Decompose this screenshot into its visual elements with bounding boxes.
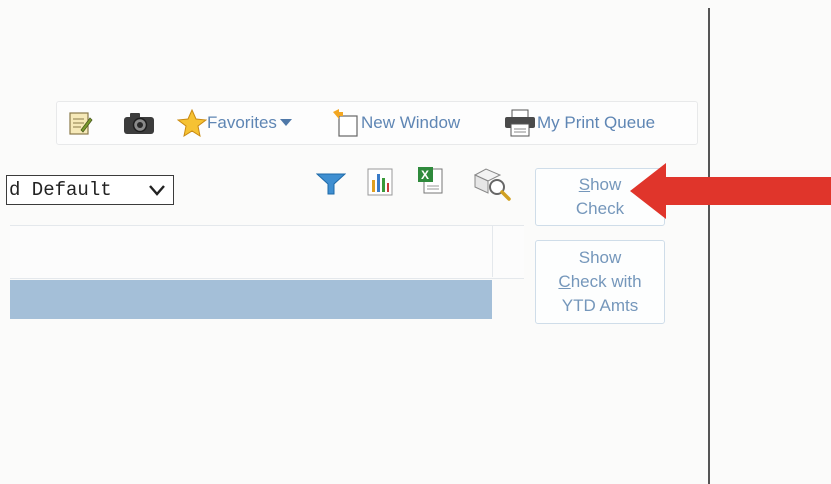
- notepad-icon[interactable]: [69, 102, 93, 144]
- favorites-menu[interactable]: Favorites: [177, 102, 293, 144]
- find-icon[interactable]: [472, 167, 512, 206]
- new-window-label: New Window: [361, 113, 461, 132]
- page-toolbar: Favorites New Window My Print Queue: [56, 101, 698, 145]
- page-divider: [708, 8, 710, 484]
- show-check-ytd-mnemonic: C: [558, 272, 571, 291]
- svg-text:X: X: [421, 168, 429, 182]
- star-icon: [177, 109, 207, 137]
- view-select-value: d Default: [9, 179, 112, 201]
- new-window-link[interactable]: New Window: [331, 102, 460, 144]
- show-check-ytd-button[interactable]: Show Check with YTD Amts: [535, 240, 665, 324]
- red-arrow-annotation: [628, 161, 831, 226]
- excel-icon[interactable]: X: [417, 166, 445, 201]
- printer-icon: [505, 109, 535, 137]
- my-print-queue-label: My Print Queue: [537, 113, 656, 132]
- new-window-icon: [333, 109, 358, 137]
- camera-icon[interactable]: [123, 102, 155, 144]
- chart-icon[interactable]: [367, 168, 393, 201]
- my-print-queue-link[interactable]: My Print Queue: [503, 102, 655, 144]
- chevron-down-icon: [149, 185, 165, 196]
- grid-highlight-row[interactable]: [10, 280, 492, 319]
- show-check-label-rest: how: [590, 175, 622, 194]
- favorites-label: Favorites: [207, 113, 277, 132]
- show-check-ytd-label-line3: YTD Amts: [561, 296, 639, 315]
- show-check-ytd-label-rest: heck with: [570, 272, 642, 291]
- grid-header-row: [10, 225, 524, 279]
- show-check-ytd-label-line1: Show: [578, 248, 622, 267]
- show-check-mnemonic: S: [578, 175, 591, 194]
- caret-down-icon: [279, 119, 292, 126]
- view-select[interactable]: d Default: [6, 175, 174, 205]
- grid-column-divider: [492, 225, 493, 277]
- filter-icon[interactable]: [315, 172, 347, 201]
